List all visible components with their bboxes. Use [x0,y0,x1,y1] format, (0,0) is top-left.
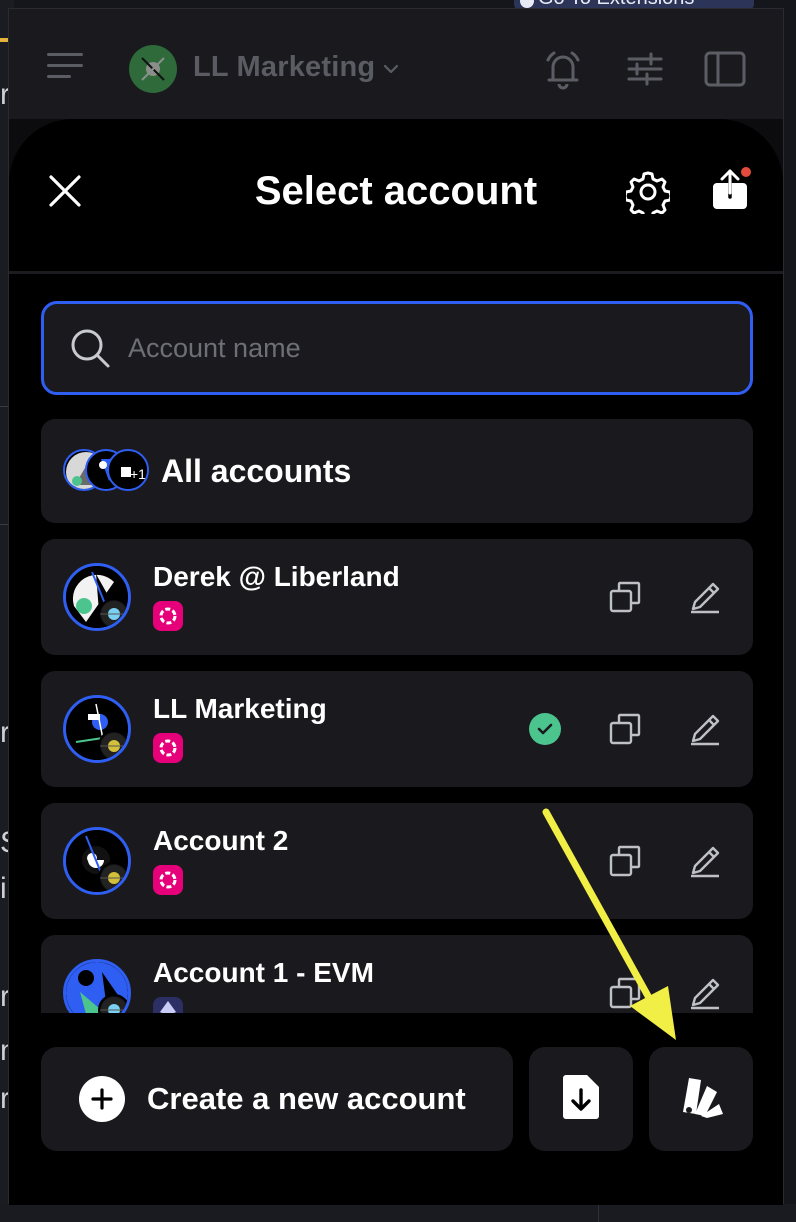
account-item[interactable]: Derek @ Liberland [41,539,753,655]
search-input[interactable] [128,332,750,364]
account-name: LL Marketing [153,693,327,724]
polkadot-icon [153,865,183,895]
select-account-modal: Select account Account name +1 All accou… [9,119,783,1205]
attach-account-button[interactable] [649,1047,753,1151]
extension-header: LL Marketing [9,9,783,119]
menu-icon[interactable] [47,51,83,81]
account-name: Account 1 - EVM [153,957,374,988]
copy-icon[interactable] [605,841,645,881]
account-avatar [63,563,131,631]
selected-check-icon [529,713,561,745]
copy-icon[interactable] [605,577,645,617]
plus-icon [79,1076,125,1122]
pencil-edit-icon[interactable] [685,577,725,617]
copy-icon[interactable] [605,709,645,749]
account-avatar [63,827,131,895]
create-account-label: Create a new account [147,1081,466,1116]
svg-text:+1: +1 [130,466,146,482]
chevron-down-icon[interactable] [381,59,401,79]
account-item[interactable]: LL Marketing [41,671,753,787]
copy-icon[interactable] [605,973,645,1013]
swatch-book-icon [677,1074,725,1125]
pencil-edit-icon[interactable] [685,709,725,749]
file-download-icon [561,1074,601,1125]
current-account-name[interactable]: LL Marketing [193,51,375,84]
account-search-field[interactable] [41,301,753,395]
gear-icon[interactable] [625,169,671,215]
bell-alarm-icon[interactable] [539,45,587,93]
account-name: Account 2 [153,825,289,856]
all-accounts-label: All accounts [161,453,352,489]
account-name: Derek @ Liberland [153,561,400,592]
current-account-avatar[interactable] [129,45,177,93]
background-highlight [0,38,8,42]
create-account-button[interactable]: Create a new account [41,1047,513,1151]
account-item[interactable]: Account 2 [41,803,753,919]
extension-window: LL Marketing Select account Account name… [8,8,784,1205]
sliders-icon[interactable] [621,45,669,93]
camera-icon [520,0,534,8]
modal-divider [9,271,783,274]
background-footer [0,1204,796,1222]
pencil-edit-icon[interactable] [685,841,725,881]
background-text: i [0,872,7,905]
import-account-button[interactable] [529,1047,633,1151]
sidebar-panel-icon[interactable] [701,45,749,93]
all-accounts-item[interactable]: +1 All accounts [41,419,753,523]
account-avatar [63,695,131,763]
account-avatar [63,959,131,1013]
account-list[interactable]: +1 All accounts Derek @ Liberland LL Mar… [41,419,753,1013]
all-accounts-avatar-stack: +1 [63,449,149,493]
ethereum-icon [153,997,183,1013]
notification-dot [741,167,751,177]
pencil-edit-icon[interactable] [685,973,725,1013]
bug-icon [141,57,165,81]
search-icon [68,326,112,370]
polkadot-icon [153,601,183,631]
account-item[interactable]: Account 1 - EVM [41,935,753,1013]
polkadot-icon [153,733,183,763]
export-icon[interactable] [707,165,753,215]
